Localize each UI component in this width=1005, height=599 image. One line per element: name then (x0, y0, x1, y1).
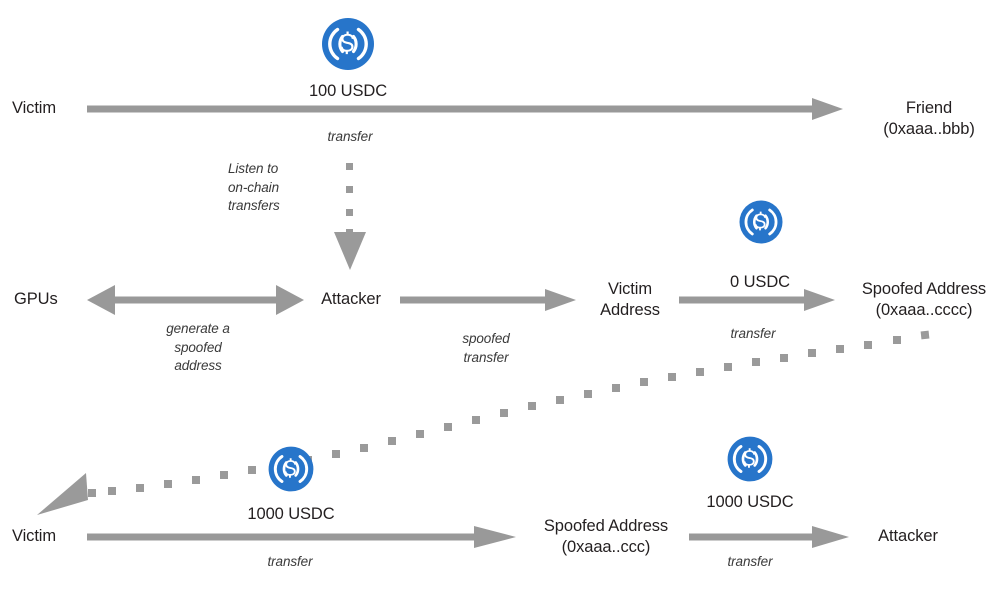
arrow-listen-on-chain-dotted (334, 163, 366, 270)
address-poisoning-diagram: 100 USDC 0 USDC 1000 USDC 1000 USDC Vict… (0, 0, 1005, 599)
edge-label-spoofed-transfer: spoofed transfer (462, 331, 510, 365)
edge-label-victim-to-friend: transfer (327, 129, 373, 144)
node-victim-address-line2: Address (600, 301, 660, 319)
node-friend: Friend (0xaaa..bbb) (855, 98, 1003, 140)
arrow-gpus-attacker-bidirectional (87, 285, 304, 315)
usdc-coin-icon (319, 15, 377, 78)
node-spoofed-address-mid-line2: (0xaaa..cccc) (875, 301, 973, 319)
node-victim-address-line1: Victim (607, 280, 653, 298)
node-spoofed-address-bottom-line1: Spoofed Address (543, 517, 669, 535)
arrow-victim-address-to-spoofed (679, 289, 835, 311)
edge-label-listen-on-chain: Listen to on-chain transfers (228, 161, 280, 213)
node-attacker-bottom: Attacker (878, 527, 938, 545)
arrow-victim-to-friend (87, 98, 843, 120)
arrow-victim-to-spoofed-bottom (87, 526, 516, 548)
usdc-coin-icon (266, 444, 316, 499)
node-spoofed-address-bottom: Spoofed Address (0xaaa..ccc) (526, 516, 686, 558)
usdc-coin-icon (737, 198, 785, 251)
edge-label-transfer-bottom-left: transfer (267, 554, 313, 569)
node-friend-address: (0xaaa..bbb) (883, 120, 975, 138)
arrow-spoofed-to-attacker-bottom (689, 526, 849, 548)
node-spoofed-address-mid: Spoofed Address (0xaaa..cccc) (845, 279, 1003, 321)
amount-label-1000-usdc-left: 1000 USDC (247, 505, 335, 523)
edge-label-generate-spoofed-address: generate a spoofed address (166, 321, 230, 373)
edge-label-transfer-zero-usdc: transfer (730, 326, 776, 341)
node-friend-name: Friend (905, 99, 953, 117)
arrow-attacker-to-victim-address (400, 289, 576, 311)
usdc-coin-icon (725, 434, 775, 489)
node-spoofed-address-bottom-line2: (0xaaa..ccc) (561, 538, 651, 556)
amount-label-1000-usdc-right: 1000 USDC (706, 493, 794, 511)
node-gpus: GPUs (14, 290, 58, 308)
node-victim-top: Victim (12, 99, 57, 117)
node-victim-address: Victim Address (589, 279, 671, 321)
node-spoofed-address-mid-line1: Spoofed Address (861, 280, 987, 298)
node-attacker-mid: Attacker (321, 290, 381, 308)
amount-label-0-usdc: 0 USDC (730, 273, 790, 291)
amount-label-100-usdc: 100 USDC (308, 82, 388, 100)
node-victim-bottom: Victim (12, 527, 57, 545)
edge-label-transfer-bottom-right: transfer (727, 554, 773, 569)
